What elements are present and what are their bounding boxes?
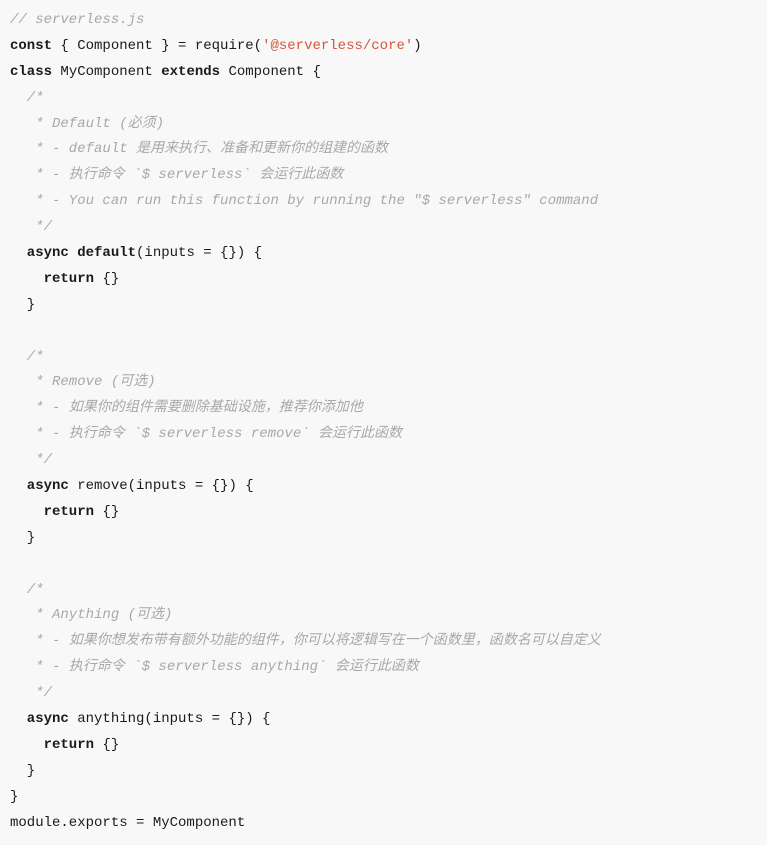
code-token: MyComponent [52,64,161,80]
code-token: extends [161,64,220,80]
code-line: * Default (必须) [10,116,164,132]
code-token: remove(inputs = {}) { [69,478,254,494]
code-token: ) [413,38,421,54]
code-line: */ [10,685,52,701]
code-line: * - You can run this function by running… [10,193,598,209]
code-line: /* [10,90,44,106]
code-token: {} [94,271,119,287]
code-token: return [10,504,94,520]
code-token: {} [94,737,119,753]
code-line: module.exports = MyComponent [10,815,245,831]
code-token: Component { [220,64,321,80]
code-line: */ [10,219,52,235]
code-line: * Anything (可选) [10,607,172,623]
code-line: * - 执行命令 `$ serverless remove` 会运行此函数 [10,426,402,442]
code-token: async [10,478,69,494]
code-line: } [10,530,35,546]
code-line: } [10,763,35,779]
code-token: (inputs = {}) { [136,245,262,261]
code-line: * - 执行命令 `$ serverless anything` 会运行此函数 [10,659,419,675]
code-token: anything(inputs = {}) { [69,711,271,727]
code-line: * - 如果你的组件需要删除基础设施，推荐你添加他 [10,400,363,416]
code-block: // serverless.js const { Component } = r… [0,0,767,845]
code-token: {} [94,504,119,520]
code-token: '@serverless/core' [262,38,413,54]
code-line: // serverless.js [10,12,144,28]
code-line: * - default 是用来执行、准备和更新你的组建的函数 [10,141,388,157]
code-line: * - 执行命令 `$ serverless` 会运行此函数 [10,167,343,183]
code-line: } [10,789,18,805]
code-token: { Component } = require( [52,38,262,54]
code-line: /* [10,349,44,365]
code-token: const [10,38,52,54]
code-line: /* [10,582,44,598]
code-line: * Remove (可选) [10,374,156,390]
code-token: async [10,711,69,727]
code-token: class [10,64,52,80]
code-token: return [10,737,94,753]
code-token: async default [10,245,136,261]
code-line: } [10,297,35,313]
code-token: return [10,271,94,287]
code-line: * - 如果你想发布带有额外功能的组件，你可以将逻辑写在一个函数里，函数名可以自… [10,633,601,649]
code-line: */ [10,452,52,468]
